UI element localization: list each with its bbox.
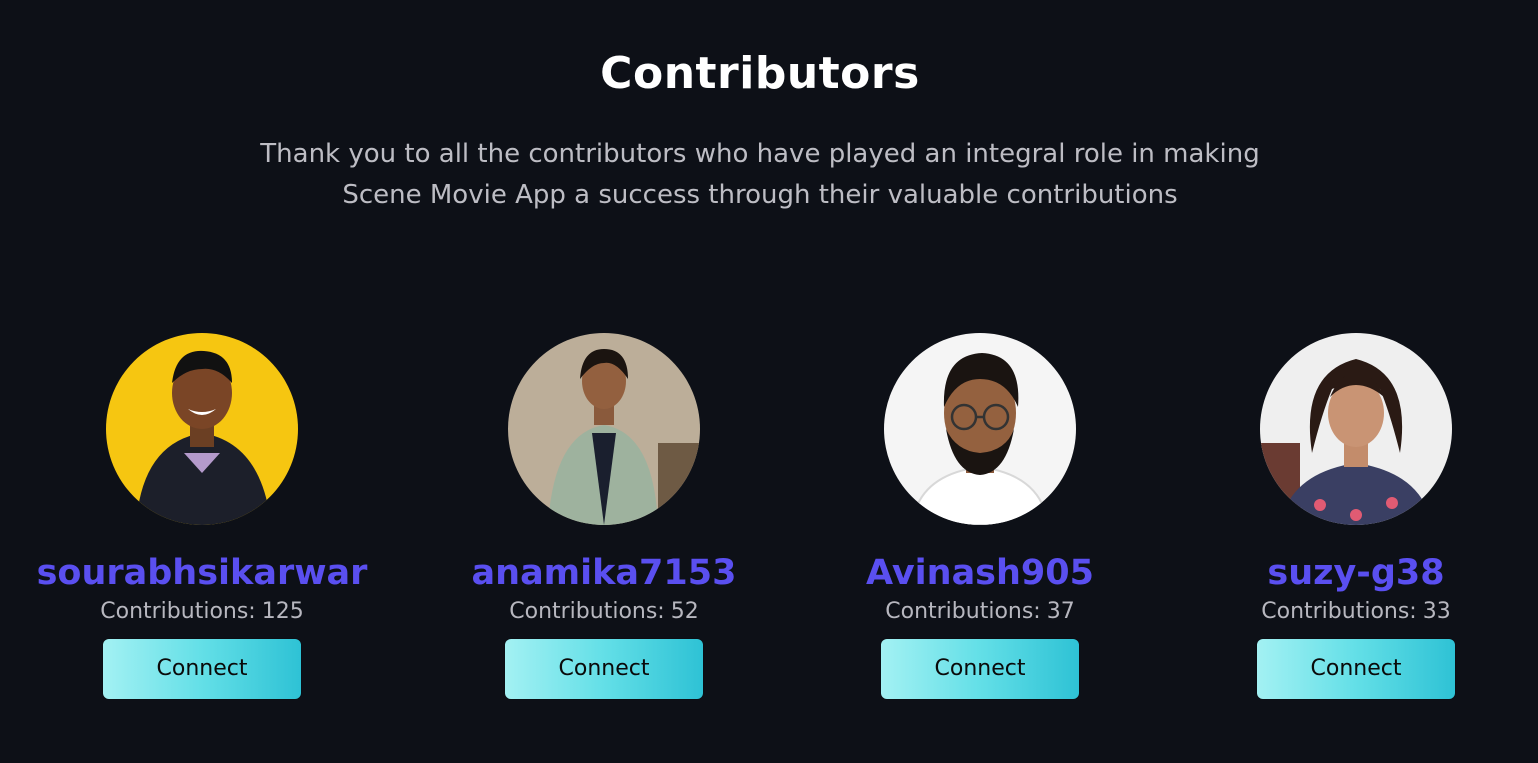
contributor-card: anamika7153 Contributions: 52 Connect	[424, 333, 784, 713]
contributors-section: Contributors Thank you to all the contri…	[0, 0, 1538, 763]
contributions-value: 52	[670, 599, 699, 624]
contributions-count: Contributions: 33	[1176, 597, 1536, 627]
page-title: Contributors	[600, 48, 920, 99]
contributor-username[interactable]: sourabhsikarwar	[22, 549, 382, 597]
contributions-label: Contributions:	[100, 599, 256, 624]
avatar	[106, 333, 298, 525]
page-subtitle: Thank you to all the contributors who ha…	[240, 134, 1280, 216]
contributor-card: suzy-g38 Contributions: 33 Connect	[1176, 333, 1536, 713]
connect-button[interactable]: Connect	[505, 639, 703, 699]
contributions-label: Contributions:	[885, 599, 1041, 624]
contributions-value: 37	[1046, 599, 1075, 624]
contributor-card: sourabhsikarwar Contributions: 125 Connec…	[22, 333, 382, 713]
avatar	[1260, 333, 1452, 525]
avatar	[884, 333, 1076, 525]
contributions-label: Contributions:	[1261, 599, 1417, 624]
contributions-count: Contributions: 37	[800, 597, 1160, 627]
contributions-value: 33	[1422, 599, 1451, 624]
connect-button[interactable]: Connect	[103, 639, 301, 699]
connect-button[interactable]: Connect	[881, 639, 1079, 699]
avatar	[508, 333, 700, 525]
contributor-card: Avinash905 Contributions: 37 Connect	[800, 333, 1160, 713]
contributions-count: Contributions: 52	[424, 597, 784, 627]
connect-button[interactable]: Connect	[1257, 639, 1455, 699]
contributor-username[interactable]: anamika7153	[424, 549, 784, 597]
contributor-username[interactable]: Avinash905	[800, 549, 1160, 597]
contributions-value: 125	[261, 599, 304, 624]
contributions-label: Contributions:	[509, 599, 665, 624]
contributions-count: Contributions: 125	[22, 597, 382, 627]
subtitle-line-2: Scene Movie App a success through their …	[342, 180, 1178, 210]
subtitle-line-1: Thank you to all the contributors who ha…	[260, 139, 1260, 169]
contributor-username[interactable]: suzy-g38	[1176, 549, 1536, 597]
